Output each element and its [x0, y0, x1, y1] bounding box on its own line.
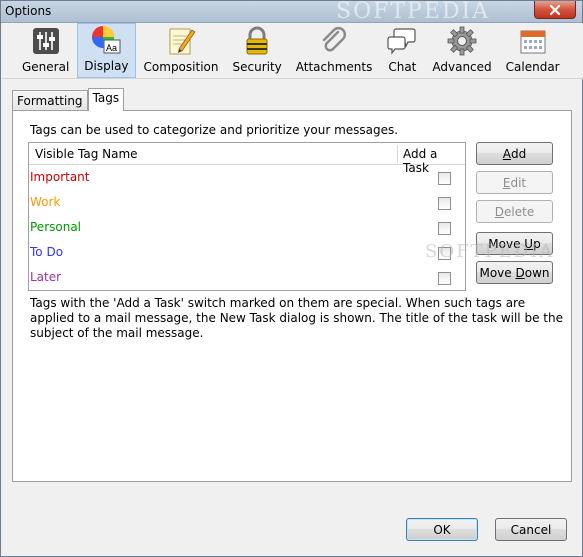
add-button[interactable]: Add	[476, 142, 553, 165]
padlock-icon	[246, 26, 268, 55]
tool-composition-label: Composition	[143, 60, 219, 74]
add-task-checkbox-personal[interactable]	[438, 222, 451, 235]
tool-general[interactable]: General	[16, 23, 75, 78]
move-up-button[interactable]: Move Up	[476, 232, 553, 255]
title-bar[interactable]: Options SOFTPEDIA	[1, 0, 582, 24]
tool-attachments[interactable]: Attachments	[290, 23, 379, 78]
speech-bubbles-icon	[387, 28, 416, 55]
move-down-button-label-pre: Move	[479, 265, 516, 280]
tag-name: To Do	[30, 245, 64, 259]
tool-security-label: Security	[232, 60, 282, 74]
move-up-button-label-pre: Move	[488, 236, 525, 251]
add-button-label-post: dd	[510, 146, 527, 161]
tool-display-label: Display	[84, 59, 129, 73]
add-task-checkbox-work[interactable]	[438, 197, 451, 210]
add-task-checkbox-later[interactable]	[438, 272, 451, 285]
window-title: Options	[5, 4, 52, 18]
tool-chat-label: Chat	[388, 60, 417, 74]
delete-button-label-post: elete	[504, 204, 535, 219]
paperclip-icon	[322, 27, 347, 52]
category-toolbar: General Aa Display Composition Security …	[2, 23, 583, 79]
close-icon	[549, 4, 561, 15]
tool-chat[interactable]: Chat	[380, 23, 424, 78]
tool-advanced-label: Advanced	[432, 60, 492, 74]
move-down-button-label-post: own	[524, 265, 550, 280]
tool-security[interactable]: Security	[226, 23, 287, 78]
options-window: Options SOFTPEDIA General Aa Display Com…	[0, 0, 583, 557]
tool-attachments-label: Attachments	[295, 60, 373, 74]
tag-name: Work	[30, 195, 61, 209]
edit-button-label-post: dit	[510, 175, 527, 190]
tag-list-header: Visible Tag Name Add a Task	[29, 143, 465, 175]
tool-general-label: General	[22, 60, 70, 74]
tags-intro-text: Tags can be used to categorize and prior…	[30, 123, 399, 137]
tag-name: Later	[30, 270, 62, 284]
tool-composition[interactable]: Composition	[138, 23, 225, 78]
tab-tags[interactable]: Tags	[87, 88, 125, 111]
move-down-button[interactable]: Move Down	[476, 261, 553, 284]
close-button[interactable]	[534, 1, 576, 19]
tag-list[interactable]: Visible Tag Name Add a Task Important Wo…	[28, 142, 466, 291]
tool-calendar-label: Calendar	[505, 60, 560, 74]
sliders-icon	[32, 28, 59, 54]
add-task-checkbox-important[interactable]	[438, 172, 451, 185]
tag-row-later[interactable]: Later	[29, 266, 465, 291]
tag-row-todo[interactable]: To Do	[29, 241, 465, 266]
column-divider	[397, 145, 398, 163]
notepad-pencil-icon	[169, 28, 196, 55]
column-header-name[interactable]: Visible Tag Name	[35, 147, 138, 161]
color-wheel-icon: Aa	[92, 26, 121, 54]
move-down-button-label-key: D	[515, 265, 525, 280]
tag-name: Personal	[30, 220, 82, 234]
svg-text:Aa: Aa	[106, 43, 117, 53]
tab-strip: Formatting Tags	[12, 88, 125, 112]
add-button-label-key: A	[502, 146, 511, 161]
watermark-top: SOFTPEDIA	[336, 0, 491, 24]
edit-button[interactable]: Edit	[476, 171, 553, 194]
cancel-button[interactable]: Cancel	[495, 518, 567, 541]
tool-display[interactable]: Aa Display	[77, 23, 136, 78]
move-up-button-label-key: U	[524, 236, 534, 251]
ok-button[interactable]: OK	[406, 518, 478, 541]
tab-formatting[interactable]: Formatting	[12, 90, 88, 112]
tags-note-text: Tags with the 'Add a Task' switch marked…	[30, 296, 563, 340]
move-up-button-label-post: p	[533, 236, 541, 251]
tag-row-work[interactable]: Work	[29, 191, 465, 216]
delete-button-label-key: D	[494, 204, 505, 219]
delete-button[interactable]: Delete	[476, 200, 553, 223]
calendar-icon	[520, 30, 546, 54]
add-task-checkbox-todo[interactable]	[438, 247, 451, 260]
gear-icon	[447, 26, 477, 56]
tool-advanced[interactable]: Advanced	[426, 23, 497, 78]
edit-button-label-key: E	[502, 175, 511, 190]
tag-row-important[interactable]: Important	[29, 166, 465, 191]
tag-row-personal[interactable]: Personal	[29, 216, 465, 241]
tag-name: Important	[30, 170, 90, 184]
tool-calendar[interactable]: Calendar	[500, 23, 566, 78]
